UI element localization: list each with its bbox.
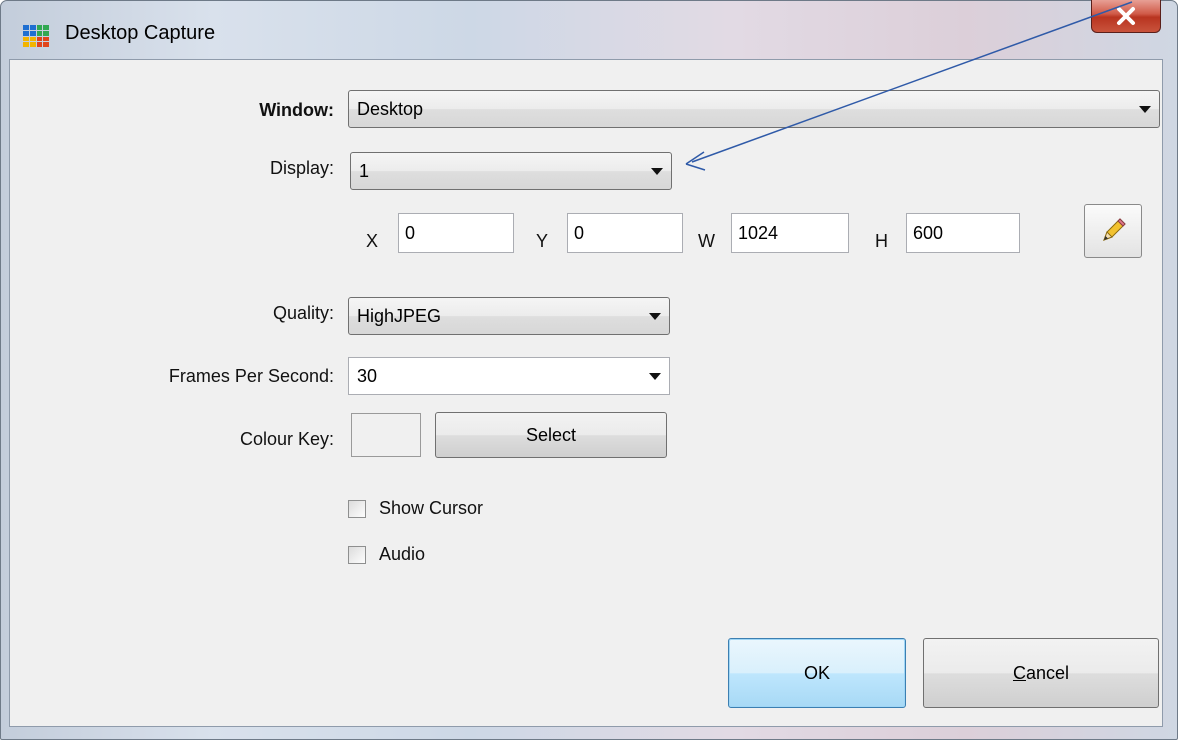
- desktop-capture-window: Desktop Capture Window: Desktop Display:…: [0, 0, 1178, 740]
- chevron-down-icon: [1139, 106, 1151, 113]
- audio-checkbox[interactable]: Audio: [348, 544, 425, 565]
- x-label: X: [366, 231, 379, 251]
- cancel-button[interactable]: Cancel: [923, 638, 1159, 708]
- window-dropdown-value: Desktop: [357, 99, 424, 119]
- quality-dropdown-value: HighJPEG: [357, 306, 442, 326]
- edit-region-button[interactable]: [1084, 204, 1142, 258]
- w-label: W: [698, 231, 715, 251]
- audio-checkbox-box[interactable]: [348, 545, 366, 564]
- chevron-down-icon: [649, 373, 661, 380]
- window-title: Desktop Capture: [65, 22, 216, 44]
- colour-key-label: Colour Key:: [239, 429, 334, 449]
- dialog-client-area: Window: Desktop Display: 1 X Y W H: [9, 59, 1163, 727]
- window-label: Window:: [259, 100, 334, 120]
- show-cursor-checkbox[interactable]: Show Cursor: [348, 498, 483, 519]
- close-icon: [1117, 6, 1135, 25]
- show-cursor-checkbox-box[interactable]: [348, 499, 366, 518]
- show-cursor-label: Show Cursor: [379, 498, 484, 518]
- window-dropdown[interactable]: Desktop: [348, 90, 1160, 128]
- cancel-mnemonic: C: [1012, 662, 1026, 683]
- quality-dropdown[interactable]: HighJPEG: [348, 297, 670, 335]
- grid-app-icon: [23, 25, 49, 47]
- y-input[interactable]: [567, 213, 683, 253]
- w-input[interactable]: [731, 213, 849, 253]
- audio-label: Audio: [379, 544, 426, 564]
- h-input[interactable]: [906, 213, 1020, 253]
- chevron-down-icon: [649, 313, 661, 320]
- display-dropdown[interactable]: 1: [350, 152, 672, 190]
- select-colour-button[interactable]: Select: [435, 412, 667, 458]
- fps-combo[interactable]: 30: [348, 357, 670, 395]
- display-label: Display:: [269, 158, 334, 178]
- chevron-down-icon: [651, 168, 663, 175]
- fps-combo-value: 30: [357, 366, 378, 386]
- pencil-icon: [1103, 218, 1126, 241]
- display-dropdown-value: 1: [359, 161, 370, 181]
- h-label: H: [875, 231, 888, 251]
- y-label: Y: [536, 231, 549, 251]
- colour-key-swatch: [351, 413, 421, 457]
- fps-label: Frames Per Second:: [168, 366, 334, 386]
- ok-button[interactable]: OK: [728, 638, 906, 708]
- x-input[interactable]: [398, 213, 514, 253]
- cancel-label-rest: ancel: [1025, 662, 1070, 683]
- quality-label: Quality:: [272, 303, 334, 323]
- close-button[interactable]: [1091, 0, 1161, 33]
- title-bar[interactable]: Desktop Capture: [1, 0, 1177, 59]
